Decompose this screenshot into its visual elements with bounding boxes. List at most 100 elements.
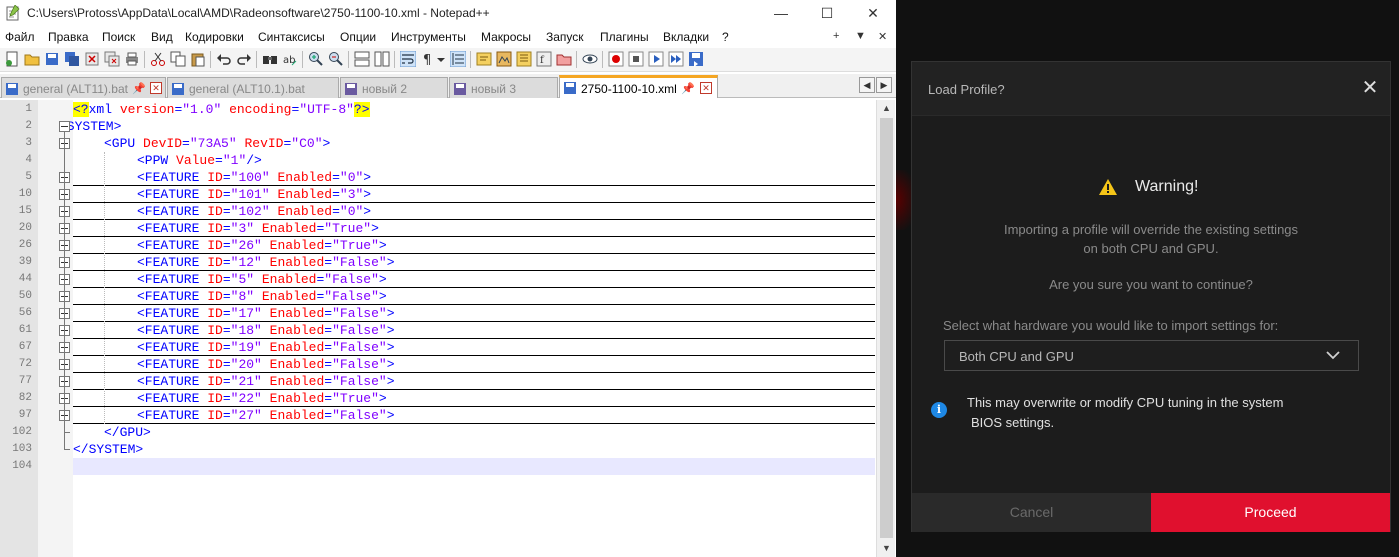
function-list-icon[interactable]: f [536,51,552,67]
copy-icon[interactable] [170,51,186,67]
tab-scroll-right-icon[interactable]: ▶ [876,77,892,93]
monitoring-eye-icon[interactable] [582,51,598,67]
code-line[interactable]: 82 <FEATURE ID="22" Enabled="True"> [0,390,875,407]
play-macro-icon[interactable] [648,51,664,67]
hardware-select[interactable]: Both CPU and GPU [944,340,1359,371]
menu-help[interactable]: ? [722,30,729,44]
menu-edit[interactable]: Правка [48,30,89,44]
menu-run[interactable]: Запуск [546,30,584,44]
menu-tabs[interactable]: Вкладки [663,30,709,44]
code-text: <FEATURE ID="22" Enabled="True"> [137,391,387,406]
folder-workspace-icon[interactable] [556,51,572,67]
code-line[interactable]: 72 <FEATURE ID="20" Enabled="False"> [0,356,875,373]
indent-guide-icon[interactable] [450,51,466,67]
close-icon[interactable]: ✕ [1360,78,1380,98]
code-line[interactable]: 67 <FEATURE ID="19" Enabled="False"> [0,339,875,356]
tab-close-icon[interactable]: ✕ [700,82,712,94]
cut-icon[interactable] [150,51,166,67]
redo-icon[interactable] [236,51,252,67]
code-token: Enabled [269,374,325,389]
scroll-down-icon[interactable]: ▼ [877,540,896,557]
close-all-icon[interactable] [104,51,120,67]
code-line[interactable]: 56 <FEATURE ID="17" Enabled="False"> [0,305,875,322]
proceed-button[interactable]: Proceed [1151,493,1390,532]
code-editor[interactable]: 1 <?xml version="1.0" encoding="UTF-8"?> 2… [0,100,896,557]
show-all-chars-icon[interactable]: ¶ [420,51,436,67]
code-line[interactable]: 2 <SYSTEM> [0,118,875,135]
menu-options[interactable]: Опции [340,30,376,44]
menu-macros[interactable]: Макросы [481,30,531,44]
code-line[interactable]: 39 <FEATURE ID="12" Enabled="False"> [0,254,875,271]
find-icon[interactable] [262,51,278,67]
tab-general-alt10-1[interactable]: general (ALT10.1).bat [167,77,339,98]
menu-encoding[interactable]: Кодировки [185,30,244,44]
code-line[interactable]: 26 <FEATURE ID="26" Enabled="True"> [0,237,875,254]
code-line[interactable]: 15 <FEATURE ID="102" Enabled="0"> [0,203,875,220]
cancel-button[interactable]: Cancel [912,493,1151,532]
undo-icon[interactable] [216,51,232,67]
code-line[interactable]: 5 <FEATURE ID="100" Enabled="0"> [0,169,875,186]
save-macro-icon[interactable] [688,51,704,67]
menu-close-doc-icon[interactable]: ✕ [878,30,887,43]
code-line[interactable]: 61 <FEATURE ID="18" Enabled="False"> [0,322,875,339]
line-number: 104 [12,460,32,472]
close-window-button[interactable]: ✕ [850,0,896,26]
code-line[interactable]: 102 </GPU> [0,424,875,441]
code-line[interactable]: 97 <FEATURE ID="27" Enabled="False"> [0,407,875,424]
menu-plugins[interactable]: Плагины [600,30,649,44]
show-chars-dropdown-icon[interactable] [436,51,446,67]
code-line[interactable]: 77 <FEATURE ID="21" Enabled="False"> [0,373,875,390]
vertical-scrollbar[interactable]: ▲ ▼ [876,100,895,557]
tab-new-3[interactable]: новый 3 [449,77,558,98]
save-all-icon[interactable] [64,51,80,67]
new-file-icon[interactable] [4,51,20,67]
tab-close-icon[interactable]: ✕ [150,82,162,94]
tab-active-xml[interactable]: 2750-1100-10.xml 📌 ✕ [559,75,718,98]
pin-icon[interactable]: 📌 [132,82,146,95]
line-number: 1 [25,103,32,115]
menu-search[interactable]: Поиск [102,30,135,44]
print-icon[interactable] [124,51,140,67]
menu-view[interactable]: Вид [151,30,173,44]
code-line[interactable]: 20 <FEATURE ID="3" Enabled="True"> [0,220,875,237]
fold-collapse-icon[interactable] [59,121,70,132]
menu-syntax[interactable]: Синтаксисы [258,30,325,44]
menu-dropdown-icon[interactable]: ▼ [855,30,866,42]
paste-icon[interactable] [190,51,206,67]
replace-icon[interactable]: ab [282,51,298,67]
code-line[interactable]: 104 [0,458,875,475]
code-line[interactable]: 50 <FEATURE ID="8" Enabled="False"> [0,288,875,305]
close-file-icon[interactable] [84,51,100,67]
zoom-out-icon[interactable] [328,51,344,67]
toolbar-separator [470,51,471,68]
code-line[interactable]: 1 <?xml version="1.0" encoding="UTF-8"?> [0,101,875,118]
sync-vertical-icon[interactable] [354,51,370,67]
doc-map-icon[interactable] [496,51,512,67]
code-line[interactable]: 3 <GPU DevID="73A5" RevID="C0"> [0,135,875,152]
code-line[interactable]: 10 <FEATURE ID="101" Enabled="3"> [0,186,875,203]
record-macro-icon[interactable] [608,51,624,67]
word-wrap-icon[interactable] [400,51,416,67]
save-icon[interactable] [44,51,60,67]
scroll-up-icon[interactable]: ▲ [877,100,896,117]
pin-icon[interactable]: 📌 [681,82,695,95]
code-line[interactable]: 103 </SYSTEM> [0,441,875,458]
run-macro-multiple-icon[interactable] [668,51,684,67]
tab-general-alt11[interactable]: general (ALT11).bat 📌 ✕ [1,77,166,98]
code-line[interactable]: 4 <PPW Value="1"/> [0,152,875,169]
open-file-icon[interactable] [24,51,40,67]
tab-scroll-left-icon[interactable]: ◀ [859,77,875,93]
sync-horizontal-icon[interactable] [374,51,390,67]
stop-macro-icon[interactable] [628,51,644,67]
user-lang-icon[interactable] [476,51,492,67]
tab-new-2[interactable]: новый 2 [340,77,448,98]
doc-list-icon[interactable] [516,51,532,67]
menu-file[interactable]: Файл [5,30,35,44]
maximize-button[interactable]: ☐ [804,0,850,26]
code-line[interactable]: 44 <FEATURE ID="5" Enabled="False"> [0,271,875,288]
menu-pin-icon[interactable]: + [833,30,839,42]
scrollbar-thumb[interactable] [880,118,893,538]
zoom-in-icon[interactable] [308,51,324,67]
minimize-button[interactable]: — [758,0,804,26]
menu-tools[interactable]: Инструменты [391,30,466,44]
